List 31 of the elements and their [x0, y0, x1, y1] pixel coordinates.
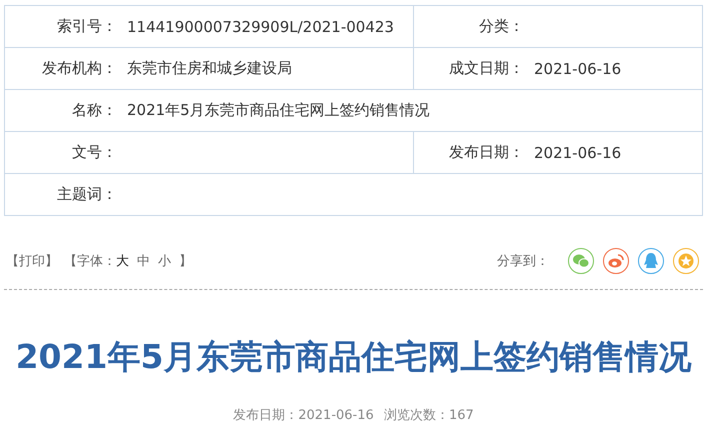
star-icon [678, 253, 694, 269]
share-button[interactable] [638, 248, 664, 274]
field-label: 文号： [71, 143, 117, 162]
penguin-icon [644, 253, 658, 269]
font-size-option[interactable]: 中 [137, 252, 150, 270]
font-size-option[interactable]: 大 [116, 252, 129, 270]
share-label: 分享到： [497, 253, 549, 270]
field-label: 分类： [478, 17, 524, 36]
field-label: 索引号： [56, 17, 117, 36]
chat-bubbles-icon [573, 254, 589, 268]
field-label: 发布机构： [41, 59, 117, 78]
field-label: 主题词： [56, 185, 117, 204]
field-value: 2021年5月东莞市商品住宅网上签约销售情况 [127, 101, 430, 120]
field-label: 名称： [71, 101, 117, 120]
field-value: 东莞市住房和城乡建设局 [127, 59, 292, 78]
publish-date: 发布日期：2021-06-16 [233, 408, 374, 423]
bracket-text: 】 [179, 253, 192, 270]
share-button[interactable] [568, 248, 594, 274]
share-button[interactable] [673, 248, 699, 274]
font-size-label: 【字体： [64, 253, 116, 270]
eye-swirl-icon [608, 254, 624, 268]
article-title: 2021年5月东莞市商品住宅网上签约销售情况 [14, 337, 692, 377]
field-value: 11441900007329909L/2021-00423 [127, 18, 394, 36]
print-link[interactable]: 【打印】 [6, 252, 58, 270]
font-size-option[interactable]: 小 [158, 252, 171, 270]
view-count: 浏览次数：167 [384, 408, 474, 423]
field-label: 发布日期： [448, 143, 524, 162]
field-value: 2021-06-16 [534, 60, 622, 78]
field-label: 成文日期： [448, 59, 524, 78]
field-value: 2021-06-16 [534, 144, 622, 162]
share-button[interactable] [603, 248, 629, 274]
